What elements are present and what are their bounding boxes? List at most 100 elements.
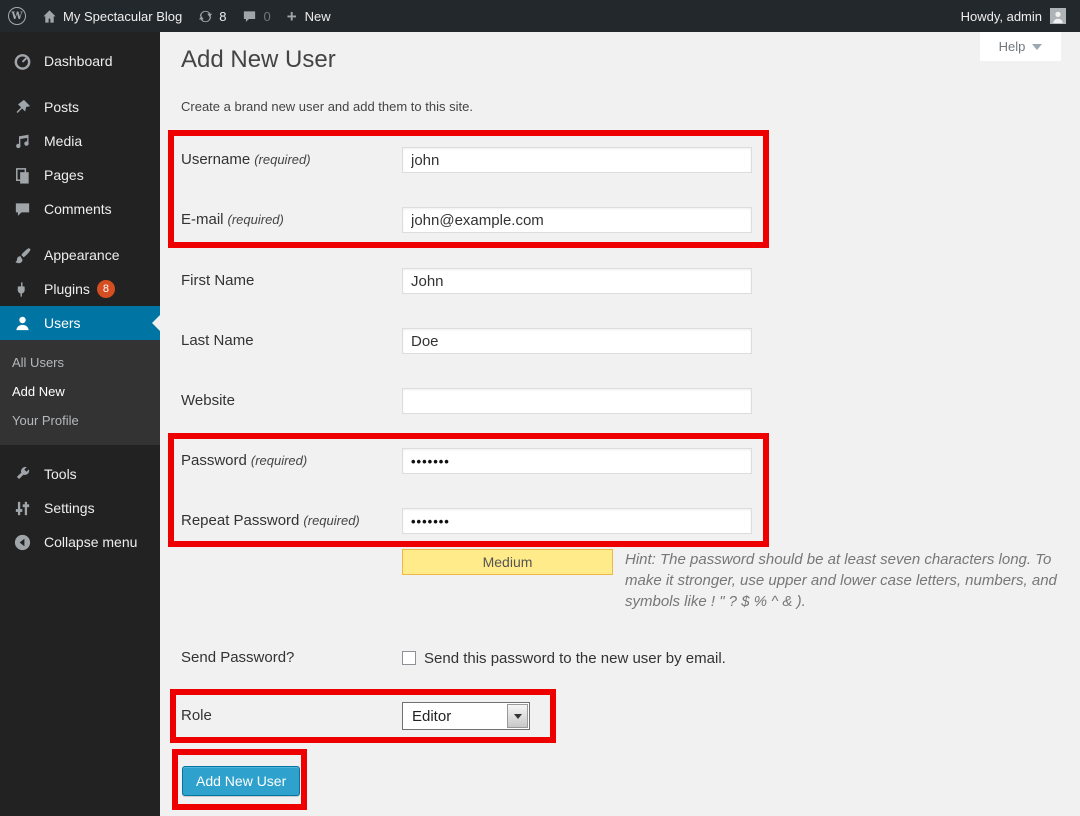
- sidebar-item-label: Comments: [44, 201, 112, 217]
- required-marker: (required): [254, 152, 310, 167]
- website-row: Website: [181, 388, 752, 414]
- sidebar-item-pages[interactable]: Pages: [0, 158, 160, 192]
- comments-menu[interactable]: 0: [242, 0, 270, 32]
- sidebar-item-users[interactable]: Users: [0, 306, 160, 340]
- send-password-label: Send Password?: [181, 645, 402, 671]
- required-marker: (required): [251, 453, 307, 468]
- new-content-menu[interactable]: + New: [287, 0, 331, 32]
- plus-icon: +: [287, 8, 297, 25]
- page-title: Add New User: [181, 46, 336, 74]
- send-password-checkbox-label: Send this password to the new user by em…: [424, 650, 726, 667]
- sidebar-item-label: Appearance: [44, 247, 120, 263]
- role-select[interactable]: Editor: [402, 702, 530, 730]
- password-strength-area: Medium Hint: The password should be at l…: [402, 549, 1062, 612]
- site-name: My Spectacular Blog: [63, 9, 182, 24]
- new-label: New: [305, 9, 331, 24]
- update-count: 8: [219, 9, 226, 24]
- sidebar-item-label: Dashboard: [44, 53, 113, 69]
- send-password-checkbox[interactable]: [402, 651, 416, 665]
- avatar[interactable]: [1050, 8, 1066, 24]
- password-strength-meter: Medium: [402, 549, 613, 575]
- submenu-all-users[interactable]: All Users: [0, 348, 160, 377]
- settings-sliders-icon: [8, 499, 36, 518]
- sidebar-item-label: Collapse menu: [44, 534, 137, 550]
- submenu-add-new[interactable]: Add New: [0, 377, 160, 406]
- sidebar-item-media[interactable]: Media: [0, 124, 160, 158]
- plug-icon: [8, 280, 36, 299]
- wordpress-logo-menu[interactable]: W: [8, 0, 26, 32]
- site-menu[interactable]: My Spectacular Blog: [42, 0, 182, 32]
- howdy-account-text[interactable]: Howdy, admin: [961, 9, 1042, 24]
- sidebar-item-label: Users: [44, 315, 81, 331]
- sidebar-item-label: Plugins: [44, 281, 90, 297]
- admin-sidebar: Dashboard Posts Media Pages Comments App…: [0, 32, 160, 816]
- speech-bubble-icon: [8, 200, 36, 219]
- user-icon: [8, 314, 36, 333]
- dashboard-icon: [8, 52, 36, 71]
- sidebar-item-label: Pages: [44, 167, 84, 183]
- users-submenu: All Users Add New Your Profile: [0, 340, 160, 445]
- comment-bubble-icon: [242, 9, 257, 24]
- sidebar-item-posts[interactable]: Posts: [0, 90, 160, 124]
- email-field[interactable]: [402, 207, 752, 233]
- password-label: Password(required): [181, 448, 402, 474]
- chevron-down-icon: [514, 714, 522, 719]
- repeat-password-field[interactable]: [402, 508, 752, 534]
- page-subtitle: Create a brand new user and add them to …: [181, 99, 473, 114]
- updates-icon: [198, 9, 213, 24]
- username-field[interactable]: [402, 147, 752, 173]
- email-row: E-mail(required): [181, 207, 752, 233]
- required-marker: (required): [228, 212, 284, 227]
- sidebar-item-comments[interactable]: Comments: [0, 192, 160, 226]
- sidebar-item-tools[interactable]: Tools: [0, 457, 160, 491]
- first-name-label: First Name: [181, 268, 402, 294]
- username-row: Username(required): [181, 147, 752, 173]
- last-name-field[interactable]: [402, 328, 752, 354]
- send-password-row: Send Password? Send this password to the…: [181, 645, 726, 671]
- first-name-row: First Name: [181, 268, 752, 294]
- sidebar-item-collapse-menu[interactable]: Collapse menu: [0, 525, 160, 559]
- role-selected-value: Editor: [412, 708, 451, 725]
- sidebar-item-settings[interactable]: Settings: [0, 491, 160, 525]
- repeat-password-label: Repeat Password(required): [181, 508, 402, 534]
- password-row: Password(required): [181, 448, 752, 474]
- sidebar-item-label: Settings: [44, 500, 95, 516]
- chevron-down-icon: [1032, 44, 1042, 50]
- paintbrush-icon: [8, 246, 36, 265]
- sidebar-item-plugins[interactable]: Plugins 8: [0, 272, 160, 306]
- updates-menu[interactable]: 8: [198, 0, 226, 32]
- sidebar-item-label: Tools: [44, 466, 77, 482]
- role-label: Role: [181, 702, 402, 730]
- username-label: Username(required): [181, 147, 402, 173]
- password-field[interactable]: [402, 448, 752, 474]
- repeat-password-row: Repeat Password(required): [181, 508, 752, 534]
- first-name-field[interactable]: [402, 268, 752, 294]
- pushpin-icon: [8, 98, 36, 117]
- home-icon: [42, 9, 57, 24]
- plugins-update-badge: 8: [97, 280, 115, 298]
- pages-icon: [8, 166, 36, 185]
- submenu-your-profile[interactable]: Your Profile: [0, 406, 160, 435]
- email-label: E-mail(required): [181, 207, 402, 233]
- sidebar-item-label: Posts: [44, 99, 79, 115]
- add-new-user-button[interactable]: Add New User: [182, 766, 300, 796]
- select-arrow-button[interactable]: [507, 704, 528, 728]
- website-field[interactable]: [402, 388, 752, 414]
- admin-bar: W My Spectacular Blog 8 0 + New Howdy, a…: [0, 0, 1080, 32]
- sidebar-item-label: Media: [44, 133, 82, 149]
- wrench-icon: [8, 465, 36, 484]
- wordpress-logo-icon: W: [8, 7, 26, 25]
- current-menu-arrow: [152, 315, 160, 331]
- help-label: Help: [999, 39, 1026, 54]
- role-row: Role Editor: [181, 702, 530, 730]
- collapse-arrow-icon: [8, 533, 36, 552]
- website-label: Website: [181, 388, 402, 414]
- sidebar-item-dashboard[interactable]: Dashboard: [0, 44, 160, 78]
- sidebar-item-appearance[interactable]: Appearance: [0, 238, 160, 272]
- required-marker: (required): [303, 513, 359, 528]
- last-name-label: Last Name: [181, 328, 402, 354]
- last-name-row: Last Name: [181, 328, 752, 354]
- comment-count: 0: [263, 9, 270, 24]
- media-icon: [8, 132, 36, 151]
- help-button[interactable]: Help: [980, 32, 1061, 61]
